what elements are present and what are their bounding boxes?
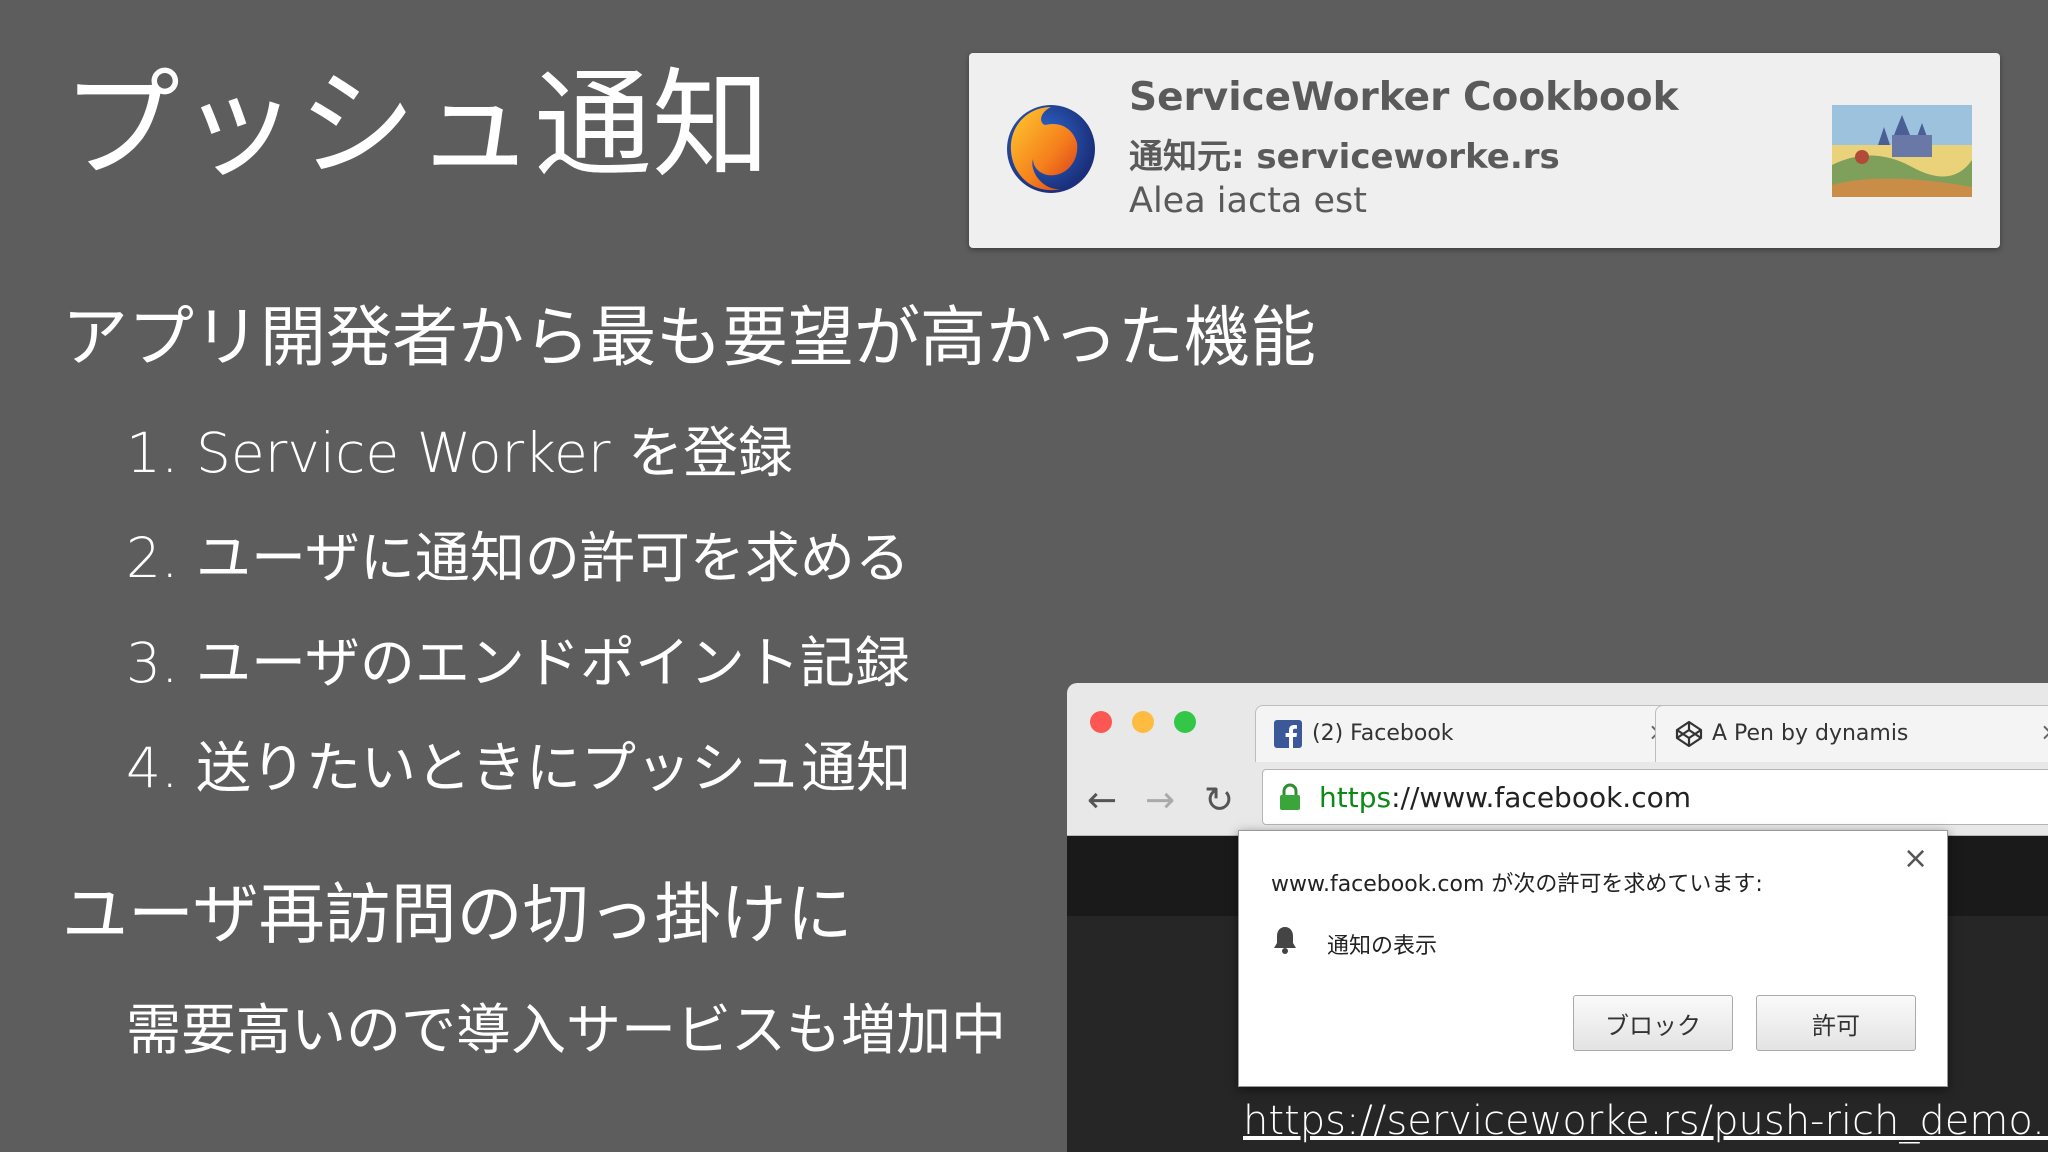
permission-question: www.facebook.com が次の許可を求めています: — [1271, 872, 1763, 897]
subtext-adoption: 需要高いので導入サービスも増加中 — [126, 998, 1007, 1062]
forward-arrow-icon[interactable]: → — [1145, 780, 1175, 821]
slide-title: プッシュ通知 — [62, 56, 771, 194]
permission-prompt: www.facebook.com が次の許可を求めています: × 通知の表示 ブ… — [1238, 830, 1948, 1087]
window-minimize-button[interactable] — [1132, 711, 1154, 733]
notification-body: Alea iacta est — [1129, 181, 1367, 221]
lock-icon — [1280, 783, 1300, 810]
demo-link[interactable]: https://serviceworke.rs/push-rich_demo.h… — [1243, 1098, 2048, 1144]
tab-codepen-label: A Pen by dynamis — [1712, 721, 1909, 746]
address-bar[interactable]: https://www.facebook.com — [1262, 769, 2048, 825]
notification-title: ServiceWorker Cookbook — [1129, 75, 1679, 120]
permission-item-notifications: 通知の表示 — [1327, 934, 1438, 959]
tab-facebook-label: (2) Facebook — [1312, 721, 1454, 746]
firefox-logo-icon — [1007, 105, 1095, 193]
url-host: ://www.facebook.com — [1391, 781, 1691, 814]
bell-icon — [1274, 927, 1296, 954]
allow-button[interactable]: 許可 — [1756, 995, 1916, 1051]
tab-close-icon[interactable]: × — [2040, 718, 2048, 746]
tab-codepen[interactable]: A Pen by dynamis × — [1655, 705, 2048, 762]
window-close-button[interactable] — [1090, 711, 1112, 733]
url-text: https://www.facebook.com — [1319, 781, 1691, 814]
desktop-notification[interactable]: ServiceWorker Cookbook 通知元: serviceworke… — [969, 53, 2000, 248]
heading-revisit: ユーザ再訪問の切っ掛けに — [62, 876, 853, 953]
step-2: 2. ユーザに通知の許可を求める — [126, 526, 910, 590]
permission-close-icon[interactable]: × — [1903, 841, 1928, 876]
codepen-icon — [1675, 720, 1703, 748]
url-scheme: https — [1319, 781, 1392, 814]
step-3: 3. ユーザのエンドポイント記録 — [126, 631, 910, 695]
back-arrow-icon[interactable]: ← — [1087, 780, 1117, 821]
tab-facebook[interactable]: (2) Facebook × — [1255, 705, 1677, 762]
notification-image — [1832, 105, 1972, 197]
notification-source: 通知元: serviceworke.rs — [1129, 137, 1560, 177]
step-4: 4. 送りたいときにプッシュ通知 — [126, 736, 911, 800]
browser-toolbar: (2) Facebook × A Pen by dynamis × ← → ↻ … — [1067, 683, 2048, 836]
window-zoom-button[interactable] — [1174, 711, 1196, 733]
block-button[interactable]: ブロック — [1573, 995, 1733, 1051]
heading-feature: アプリ開発者から最も要望が高かった機能 — [62, 299, 1316, 376]
facebook-icon — [1274, 720, 1302, 748]
reload-icon[interactable]: ↻ — [1204, 780, 1234, 821]
step-1: 1. Service Worker を登録 — [126, 421, 793, 485]
